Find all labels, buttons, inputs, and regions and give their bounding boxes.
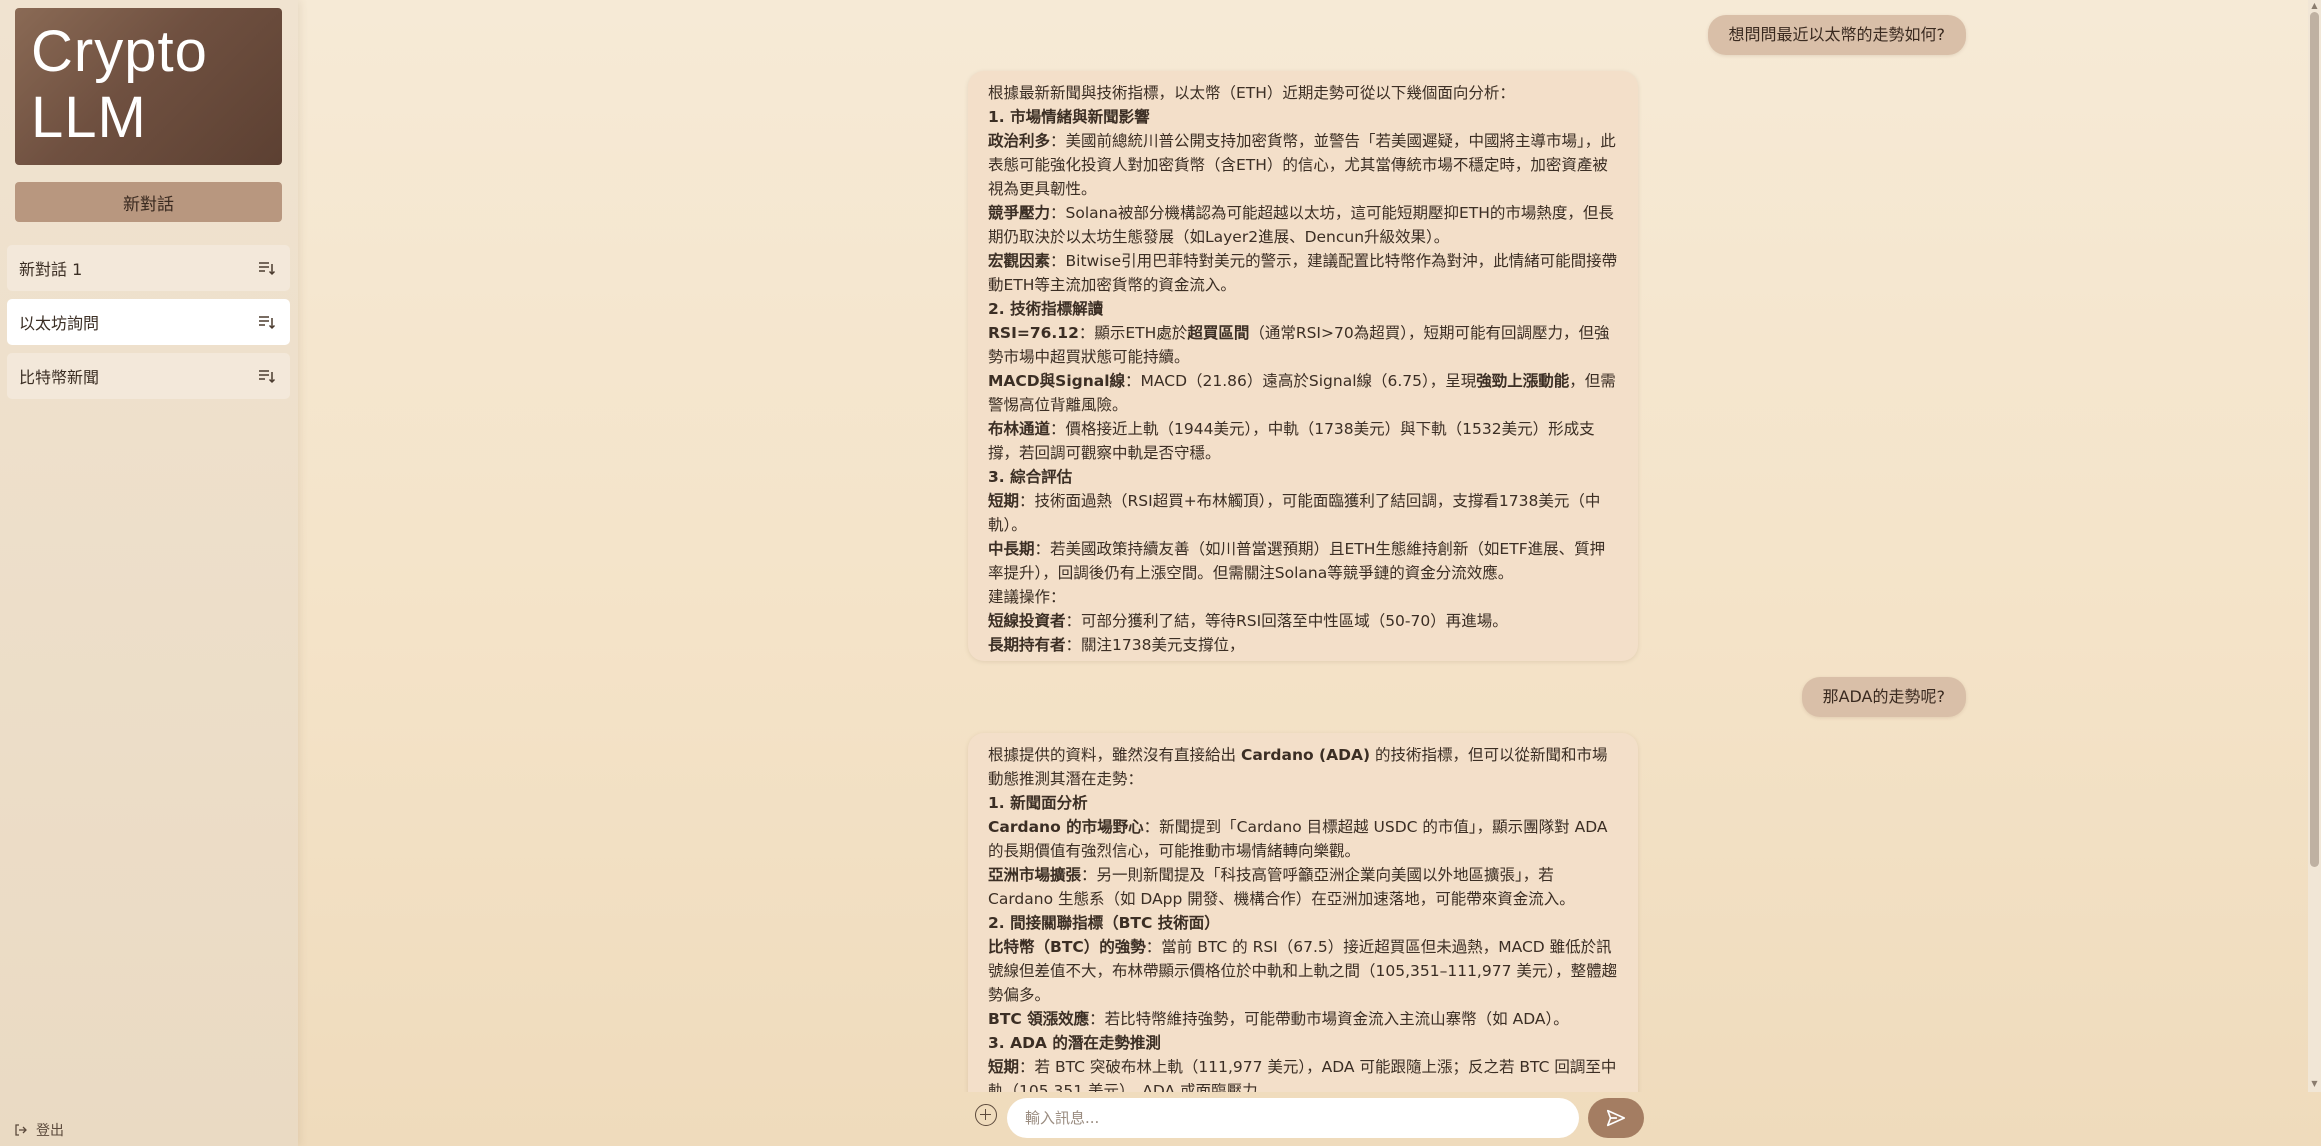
conversation-list: 新對話 1 以太坊詢問 比特幣新聞 [7,245,290,407]
message-text: ：顯示ETH處於 [1078,324,1188,342]
scroll-down-arrow-icon[interactable]: ▼ [2310,1080,2319,1088]
assistant-message: 根據提供的資料，雖然沒有直接給出 Cardano (ADA) 的技術指標，但可以… [968,733,1638,1092]
message-text: ：若 BTC 突破布林上軌（111,977 美元），ADA 可能跟隨上漲；反之若… [988,1058,1617,1092]
message-text: ：關注1738美元支撐位， [1065,636,1245,654]
message-text: ：可部分獲利了結，等待RSI回落至中性區域（50-70）再進場。 [1065,612,1508,630]
send-button[interactable] [1588,1098,1644,1138]
message-text: ：MACD（21.86）遠高於Signal線（6.75），呈現 [1125,372,1477,390]
bold-label: RSI=76.12 [988,324,1079,342]
bold-label: BTC 領漲效應 [988,1010,1090,1028]
bold-label: 比特幣（BTC）的強勢 [988,938,1146,956]
section-heading: 1. 新聞面分析 [988,794,1088,812]
bold-label: 短期 [988,1058,1020,1076]
list-sort-icon[interactable] [258,260,276,276]
section-heading: 3. 綜合評估 [988,468,1073,486]
message-paragraph: 建議操作： [988,588,1066,606]
logo-line-1: Crypto [31,19,208,84]
bold-label: 亞洲市場擴張 [988,866,1082,884]
message-text: ：若比特幣維持強勢，可能帶動市場資金流入主流山寨幣（如 ADA）。 [1089,1010,1569,1028]
add-attachment-icon[interactable] [975,1104,997,1126]
bold-label: 布林通道 [988,420,1051,438]
logo-line-2: LLM [31,85,147,150]
chat-scrollbar-thumb[interactable] [2310,12,2319,867]
message-text: ：技術面過熱（RSI超買+布林觸頂），可能面臨獲利了結回調，支撐看1738美元（… [988,492,1601,534]
new-chat-button[interactable]: 新對話 [15,182,282,222]
section-heading: 2. 技術指標解讀 [988,300,1104,318]
logout-icon [15,1124,27,1136]
user-message: 想問問最近以太幣的走勢如何? [1707,15,1966,55]
list-sort-icon[interactable] [258,368,276,384]
bold-text: 強勁上漲動能 [1476,372,1570,390]
message-input[interactable] [1007,1098,1579,1138]
bold-label: 中長期 [988,540,1035,558]
logout-label: 登出 [36,1123,64,1139]
message-text: ：價格接近上軌（1944美元），中軌（1738美元）與下軌（1532美元）形成支… [988,420,1595,462]
bold-label: 短線投資者 [988,612,1066,630]
conversation-label: 比特幣新聞 [19,368,100,387]
sidebar: Crypto LLM 新對話 新對話 1 以太坊詢問 比特幣新聞 登出 [0,0,298,1146]
message-text: ：Solana被部分機構認為可能超越以太坊，這可能短期壓抑ETH的市場熱度，但長… [988,204,1614,246]
conversation-label: 新對話 1 [19,260,83,279]
message-text: ：Bitwise引用巴菲特對美元的警示，建議配置比特幣作為對沖，此情緒可能間接帶… [988,252,1618,294]
bold-text: 超買區間 [1187,324,1250,342]
message-text: ：美國前總統川普公開支持加密貨幣，並警告「若美國遲疑，中國將主導市場」，此表態可… [988,132,1616,198]
conversation-item-new-chat-1[interactable]: 新對話 1 [7,245,290,291]
scroll-up-arrow-icon[interactable]: ▲ [2310,2,2319,10]
logout-button[interactable]: 登出 [14,1120,64,1140]
chat-area: 想問問最近以太幣的走勢如何? 根據最新新聞與技術指標，以太幣（ETH）近期走勢可… [298,0,2308,1092]
assistant-message: 根據最新新聞與技術指標，以太幣（ETH）近期走勢可從以下幾個面向分析： 1. 市… [968,71,1638,661]
conversation-label: 以太坊詢問 [19,314,100,333]
bold-text: Cardano (ADA) [1240,746,1371,764]
bold-label: 競爭壓力 [988,204,1051,222]
message-composer [298,1092,2321,1146]
send-icon [1606,1109,1626,1127]
bold-label: 政治利多 [988,132,1051,150]
message-text: 根據提供的資料，雖然沒有直接給出 [988,746,1241,764]
user-message: 那ADA的走勢呢? [1801,677,1966,717]
section-heading: 2. 間接關聯指標（BTC 技術面） [988,914,1220,932]
message-paragraph: 根據最新新聞與技術指標，以太幣（ETH）近期走勢可從以下幾個面向分析： [988,84,1515,102]
conversation-item-bitcoin-news[interactable]: 比特幣新聞 [7,353,290,399]
bold-label: 宏觀因素 [988,252,1051,270]
conversation-item-ethereum[interactable]: 以太坊詢問 [7,299,290,345]
bold-label: 短期 [988,492,1020,510]
app-logo: Crypto LLM [15,8,282,165]
list-sort-icon[interactable] [258,314,276,330]
message-text: ：若美國政策持續友善（如川普當選預期）且ETH生態維持創新（如ETF進展、質押率… [988,540,1606,582]
bold-label: MACD與Signal線 [988,372,1126,390]
bold-label: 長期持有者 [988,636,1066,654]
section-heading: 3. ADA 的潛在走勢推測 [988,1034,1161,1052]
bold-label: Cardano 的市場野心 [988,818,1144,836]
section-heading: 1. 市場情緒與新聞影響 [988,108,1150,126]
